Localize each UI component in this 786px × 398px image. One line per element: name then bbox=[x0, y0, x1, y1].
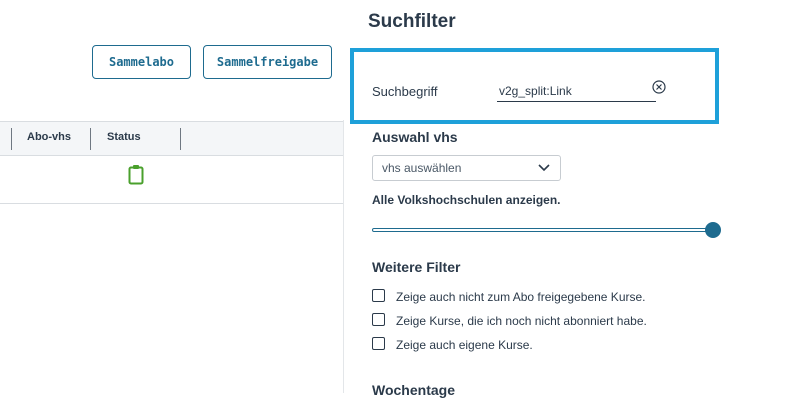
clear-circle-icon[interactable] bbox=[652, 80, 666, 94]
sammelabo-button[interactable]: Sammelabo bbox=[92, 45, 191, 79]
vhs-select-value: vhs auswählen bbox=[382, 161, 462, 175]
column-separator bbox=[11, 128, 12, 150]
search-label: Suchbegriff bbox=[372, 84, 438, 99]
checkbox-own-courses[interactable] bbox=[372, 337, 385, 350]
all-vhs-label: Alle Volkshochschulen anzeigen. bbox=[372, 193, 561, 207]
column-separator bbox=[90, 128, 91, 150]
vhs-section-heading: Auswahl vhs bbox=[372, 129, 458, 145]
further-filters-heading: Weitere Filter bbox=[372, 259, 461, 275]
column-header-status[interactable]: Status bbox=[107, 131, 141, 143]
clipboard-icon[interactable] bbox=[128, 164, 144, 185]
column-separator bbox=[180, 128, 181, 150]
column-header-abo-vhs[interactable]: Abo-vhs bbox=[27, 131, 71, 143]
checkbox-not-subscribed[interactable] bbox=[372, 313, 385, 326]
panel-title: Suchfilter bbox=[368, 11, 456, 32]
chevron-down-icon bbox=[538, 164, 550, 172]
checkbox-label: Zeige auch eigene Kurse. bbox=[396, 338, 533, 352]
checkbox-label: Zeige auch nicht zum Abo freigegebene Ku… bbox=[396, 290, 646, 304]
panel-divider bbox=[343, 120, 344, 393]
table-header: Abo-vhs Status bbox=[0, 121, 343, 156]
sammelfreigabe-button[interactable]: Sammelfreigabe bbox=[203, 45, 332, 79]
vhs-slider-handle[interactable] bbox=[705, 222, 721, 238]
weekdays-heading: Wochentage bbox=[372, 382, 455, 398]
search-input[interactable] bbox=[497, 81, 656, 102]
checkbox-include-unreleased[interactable] bbox=[372, 289, 385, 302]
checkbox-label: Zeige Kurse, die ich noch nicht abonnier… bbox=[396, 314, 647, 328]
vhs-select[interactable]: vhs auswählen bbox=[372, 155, 561, 181]
vhs-slider-track[interactable] bbox=[372, 228, 713, 232]
table-row-divider bbox=[0, 203, 343, 204]
